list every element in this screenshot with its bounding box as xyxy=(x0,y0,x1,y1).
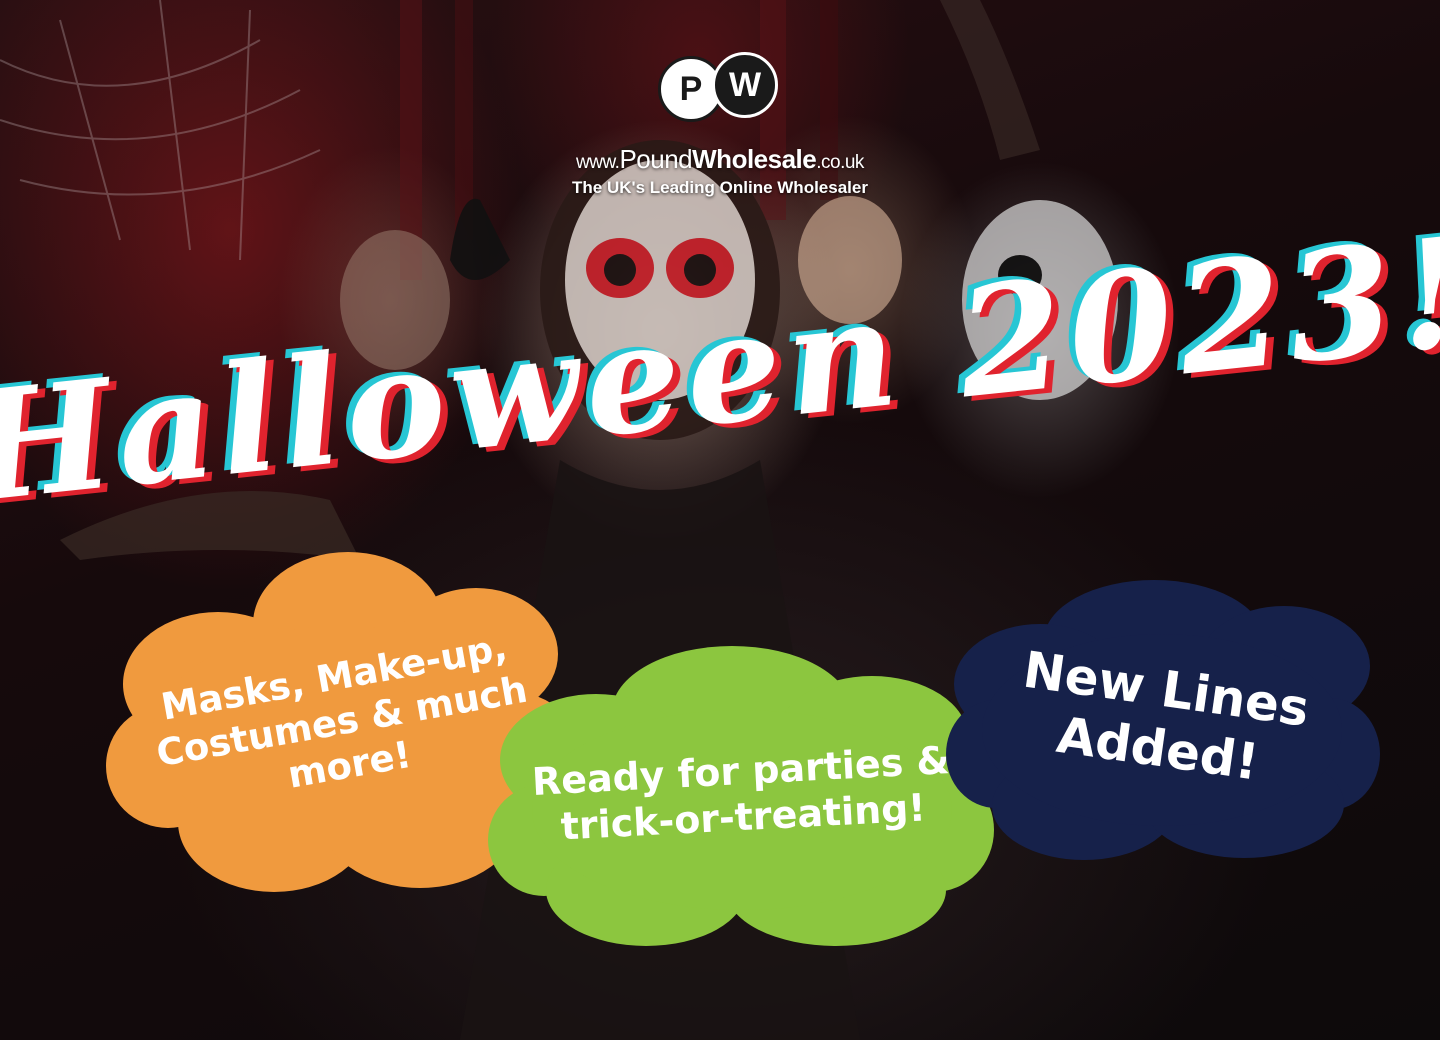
url-prefix: www. xyxy=(576,152,620,173)
url-brand-light: Pound xyxy=(619,144,693,174)
cloud-text-new-lines: New Lines Added! xyxy=(1019,640,1313,792)
cobweb-decor xyxy=(0,0,321,261)
url-suffix: .co.uk xyxy=(816,152,864,173)
cloud-ready-for-parties: Ready for parties & trick-or-treating! xyxy=(486,640,998,950)
logo-tagline: The UK's Leading Online Wholesaler xyxy=(572,178,868,197)
poundwholesale-logo: P W xyxy=(658,52,784,122)
cloud-text-ready-for-parties: Ready for parties & trick-or-treating! xyxy=(530,738,951,849)
cloud-new-lines: New Lines Added! xyxy=(944,574,1380,864)
logo-w-circle: W xyxy=(712,52,778,118)
halloween-promo-poster: P W www.PoundWholesale.co.uk The UK's Le… xyxy=(0,0,1440,1040)
url-brand-bold: Wholesale xyxy=(692,144,817,174)
logo-url: www.PoundWholesale.co.uk xyxy=(500,144,940,175)
